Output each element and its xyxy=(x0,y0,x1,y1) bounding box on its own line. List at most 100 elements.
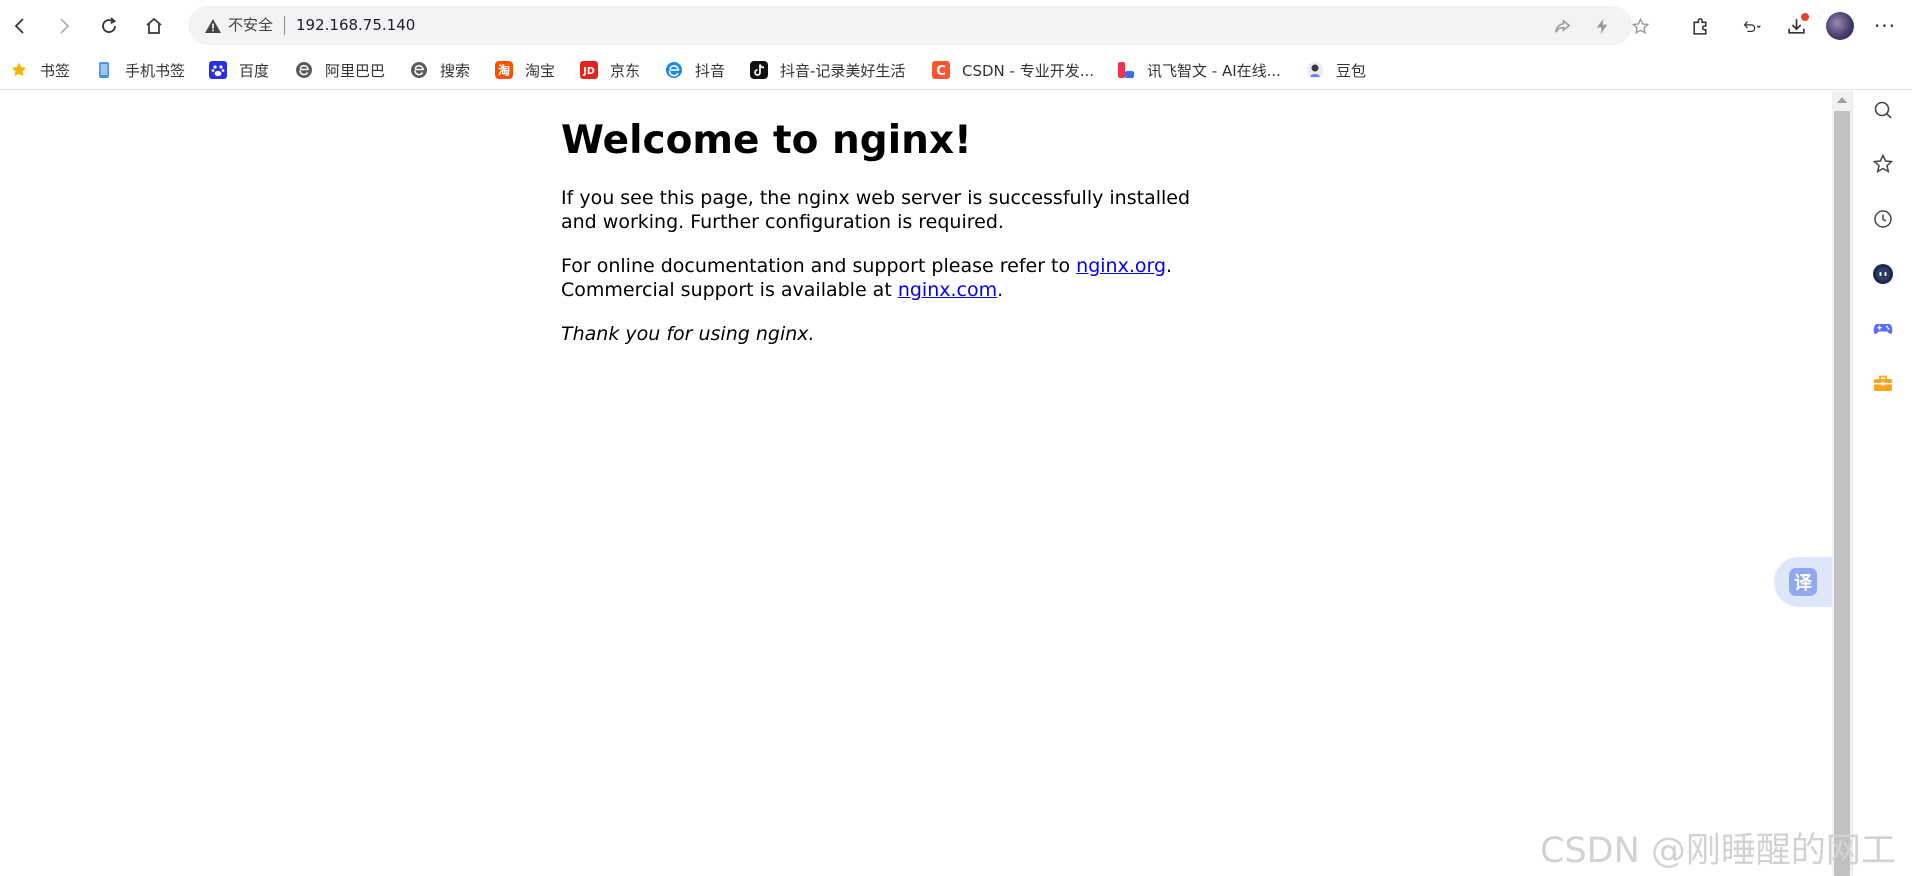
translate-icon: 译 xyxy=(1789,568,1817,596)
bookmark-item[interactable]: 阿里巴巴 xyxy=(295,58,385,82)
more-dots-icon: ··· xyxy=(1873,14,1897,38)
extensions-button[interactable] xyxy=(1686,12,1714,40)
bookmark-item[interactable]: 抖音-记录美好生活 xyxy=(750,58,905,82)
reload-button[interactable] xyxy=(94,11,124,41)
sidebar-assistant-button[interactable] xyxy=(1870,261,1896,287)
undo-icon xyxy=(1743,20,1761,32)
edge-icon xyxy=(666,62,682,78)
bookmark-label: 搜索 xyxy=(440,61,471,80)
sidebar-favorites-button[interactable] xyxy=(1870,151,1896,177)
intro-paragraph: If you see this page, the nginx web serv… xyxy=(561,187,1191,233)
bookmark-label: 豆包 xyxy=(1336,61,1367,80)
reload-icon xyxy=(102,17,117,33)
bookmark-item[interactable]: JD 京东 xyxy=(580,58,640,82)
forward-arrow-icon xyxy=(60,18,70,34)
page-title: Welcome to nginx! xyxy=(561,118,972,163)
support-text-2: . xyxy=(1166,255,1173,277)
star-icon xyxy=(11,62,27,77)
bookmark-label: 百度 xyxy=(239,61,270,80)
avatar[interactable] xyxy=(1826,12,1854,40)
vertical-scrollbar[interactable] xyxy=(1832,91,1852,876)
svg-text:C: C xyxy=(936,64,946,79)
lightning-button[interactable] xyxy=(1592,16,1612,36)
warning-icon xyxy=(205,19,221,33)
bookmark-item[interactable]: 百度 xyxy=(209,58,269,82)
svg-text:JD: JD xyxy=(582,66,595,77)
bookmarks-bar: 书签 手机书签 百度 阿里巴巴 搜索 淘 淘宝 JD 京东 抖音 抖音-记录美好… xyxy=(0,52,1912,90)
bookmark-label: 书签 xyxy=(40,61,71,80)
more-menu-button[interactable]: ··· xyxy=(1870,12,1900,40)
forward-button[interactable] xyxy=(49,11,79,41)
nginx-com-link[interactable]: nginx.com xyxy=(898,279,997,301)
bookmark-item[interactable]: 淘 淘宝 xyxy=(495,58,555,82)
bookmark-item[interactable]: 搜索 xyxy=(410,58,470,82)
bookmark-label: 淘宝 xyxy=(525,61,556,80)
favorite-button[interactable] xyxy=(1630,16,1650,36)
lightning-icon xyxy=(1596,18,1607,34)
sidebar-toolbox-button[interactable] xyxy=(1870,370,1896,396)
phone-icon xyxy=(99,62,109,78)
undo-button[interactable] xyxy=(1734,12,1768,40)
browser-e-icon xyxy=(411,62,427,78)
security-label[interactable]: 不安全 xyxy=(228,16,273,34)
scroll-up-arrow-icon[interactable] xyxy=(1837,97,1847,103)
download-badge xyxy=(1801,13,1809,21)
tiktok-icon xyxy=(750,61,768,79)
back-arrow-icon xyxy=(14,18,24,34)
share-icon xyxy=(1554,18,1570,33)
address-bar[interactable]: 不安全 192.168.75.140 xyxy=(188,6,1649,45)
clock-icon xyxy=(1874,210,1892,228)
downloads-button[interactable] xyxy=(1782,12,1810,40)
search-icon xyxy=(1874,101,1892,119)
bookmark-label: 阿里巴巴 xyxy=(325,61,386,80)
baidu-paw-icon xyxy=(209,61,227,79)
support-paragraph: For online documentation and support ple… xyxy=(561,254,1201,302)
csdn-icon: C xyxy=(932,61,950,79)
bookmark-label: 手机书签 xyxy=(125,61,186,80)
bookmark-item[interactable]: 讯飞智文 - AI在线... xyxy=(1117,58,1281,82)
star-outline-icon xyxy=(1631,17,1649,34)
support-text-4: . xyxy=(997,279,1004,301)
bookmark-label: 京东 xyxy=(610,61,641,80)
star-outline-icon xyxy=(1872,153,1894,173)
bookmark-label: 讯飞智文 - AI在线... xyxy=(1147,61,1281,80)
bookmark-label: 抖音 xyxy=(695,61,726,80)
url-text[interactable]: 192.168.75.140 xyxy=(296,16,415,34)
sidebar-search-button[interactable] xyxy=(1870,97,1896,123)
thanks-paragraph: Thank you for using nginx. xyxy=(561,322,1201,346)
svg-text:淘: 淘 xyxy=(498,63,510,78)
bookmark-item[interactable]: 豆包 xyxy=(1306,58,1366,82)
share-button[interactable] xyxy=(1552,16,1572,36)
bookmark-item[interactable]: 手机书签 xyxy=(95,58,185,82)
sidebar-games-button[interactable] xyxy=(1870,315,1896,341)
back-button[interactable] xyxy=(5,11,35,41)
support-text-1: For online documentation and support ple… xyxy=(561,255,1077,277)
doubao-icon xyxy=(1307,62,1323,78)
browser-e-icon xyxy=(296,62,312,78)
home-icon xyxy=(146,17,162,34)
bookmark-item[interactable]: C CSDN - 专业开发... xyxy=(932,58,1094,82)
address-separator xyxy=(284,16,285,35)
bookmark-item[interactable]: 书签 xyxy=(10,58,70,82)
taobao-icon: 淘 xyxy=(495,61,513,79)
bookmark-label: CSDN - 专业开发... xyxy=(962,61,1095,80)
scroll-thumb[interactable] xyxy=(1834,111,1850,876)
robot-icon xyxy=(1873,264,1893,284)
watermark: CSDN @刚睡醒的网工 xyxy=(1540,831,1896,871)
puzzle-icon xyxy=(1692,17,1707,35)
jd-icon: JD xyxy=(580,61,598,79)
thanks-text: Thank you for using nginx. xyxy=(561,323,815,345)
gamepad-icon xyxy=(1873,324,1893,334)
nginx-org-link[interactable]: nginx.org xyxy=(1076,255,1166,277)
home-button[interactable] xyxy=(139,11,169,41)
browser-toolbar: 不安全 192.168.75.140 ··· xyxy=(0,0,1912,52)
toolbox-icon xyxy=(1874,375,1892,391)
bookmark-item[interactable]: 抖音 xyxy=(665,58,725,82)
side-panel xyxy=(1852,91,1912,876)
sidebar-history-button[interactable] xyxy=(1870,206,1896,232)
bookmark-label: 抖音-记录美好生活 xyxy=(780,61,906,80)
nginx-content: Welcome to nginx! If you see this page, … xyxy=(561,91,1201,346)
support-text-3: Commercial support is available at xyxy=(561,279,898,301)
page-viewport: Welcome to nginx! If you see this page, … xyxy=(0,91,1832,876)
translate-button[interactable]: 译 xyxy=(1774,557,1832,607)
